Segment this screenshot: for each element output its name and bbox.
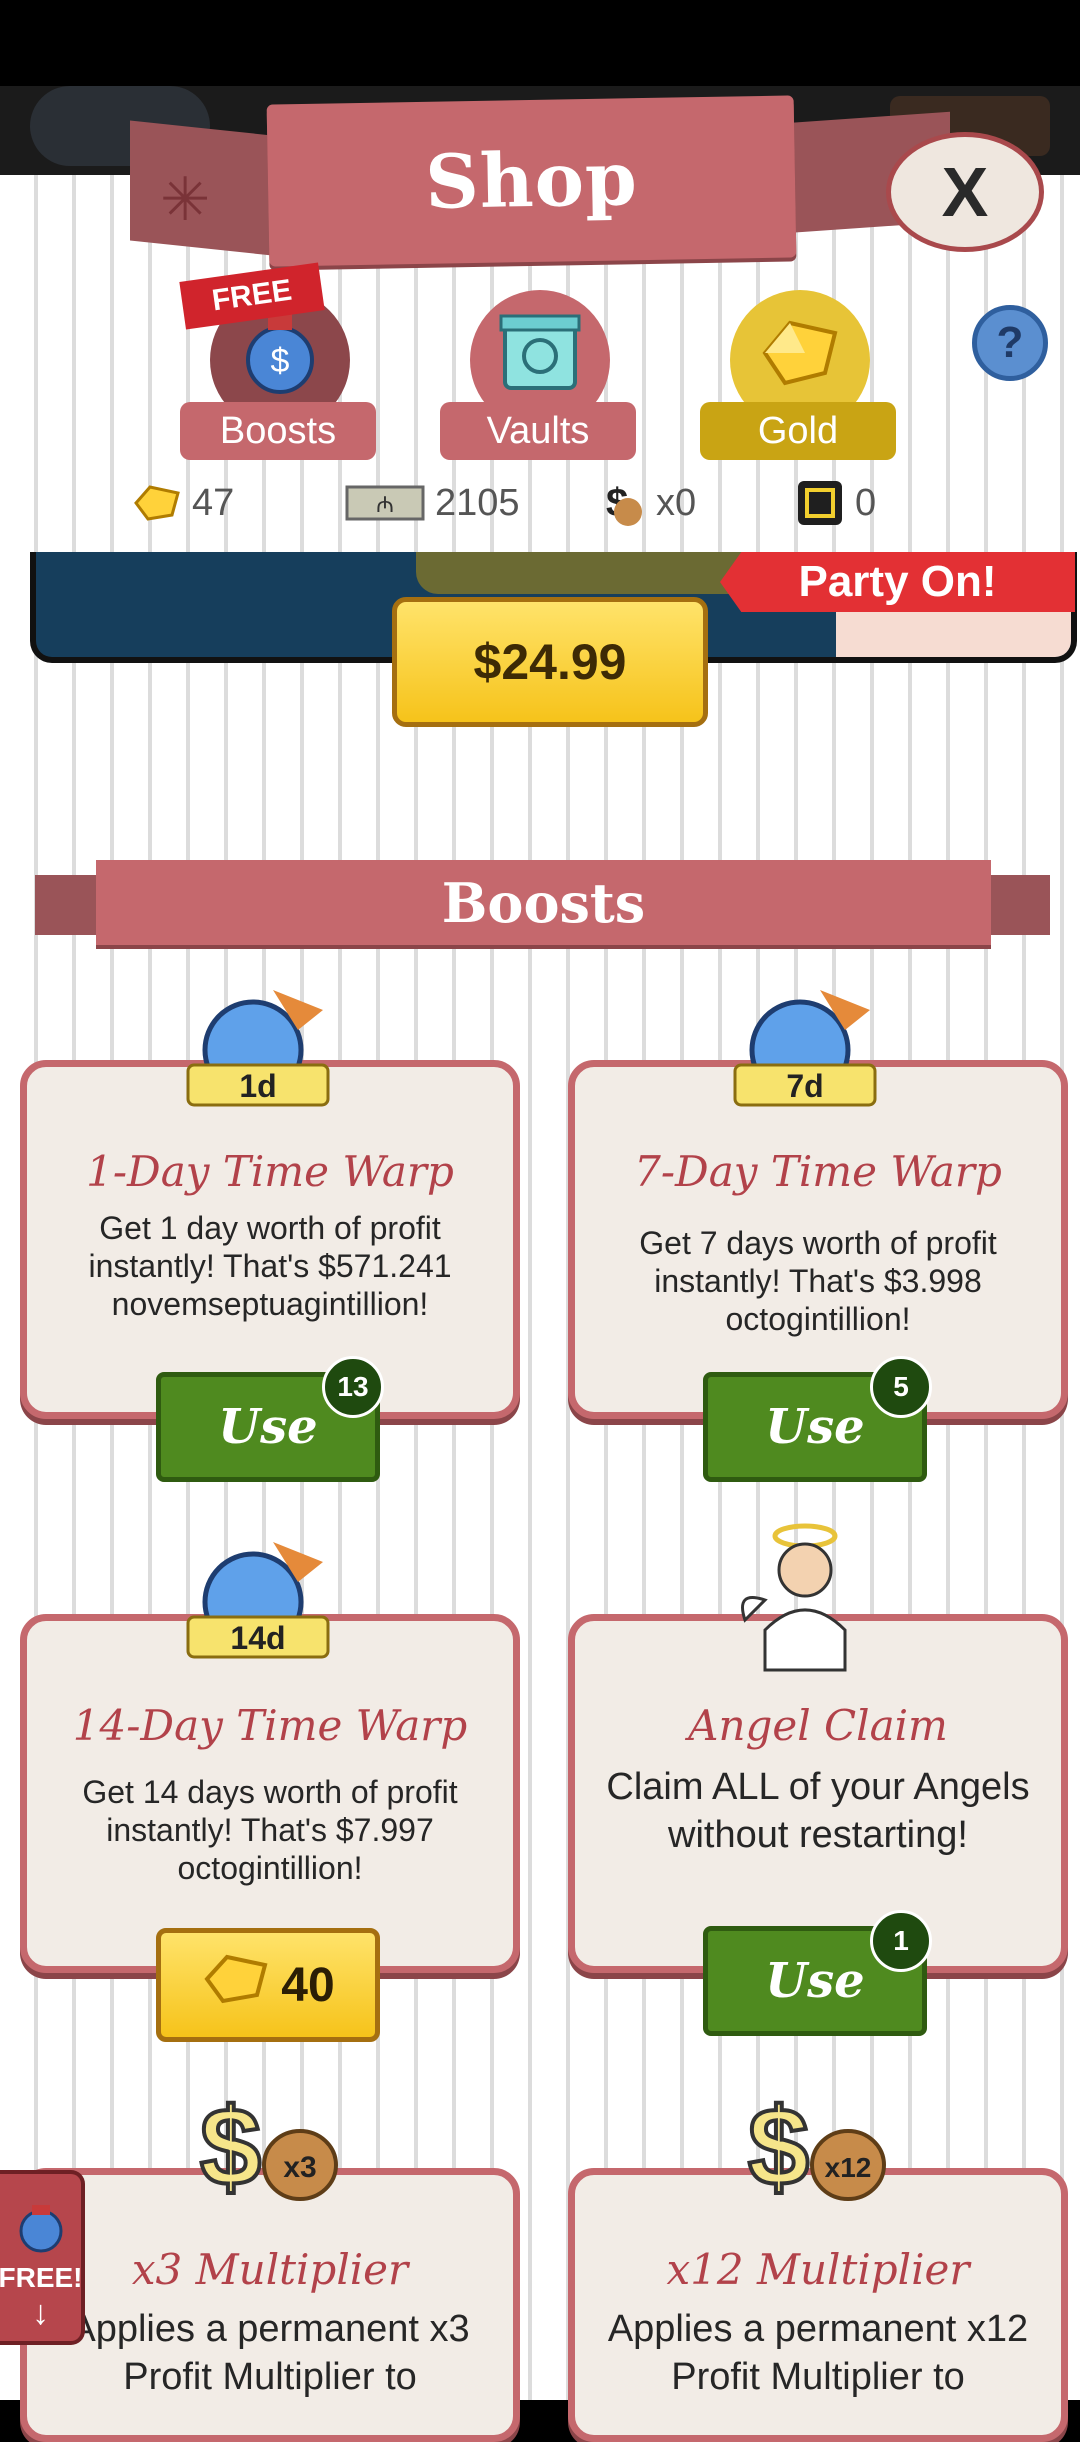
currency-gold: 47 — [132, 475, 234, 531]
stopwatch-icon: 14d — [183, 1522, 343, 1682]
shop-title-banner: Shop — [266, 95, 797, 267]
multiplier-bag-icon: $ x12 — [738, 2084, 898, 2245]
boost-description: Applies a permanent x3 Profit Multiplier… — [70, 2308, 470, 2398]
count-badge: 5 — [870, 1356, 932, 1418]
boost-title: 1-Day Time Warp — [86, 1147, 454, 1196]
svg-text:1d: 1d — [239, 1068, 276, 1104]
boost-description: Get 1 day worth of profit instantly! Tha… — [88, 1210, 452, 1322]
currency-money-bag-value: x0 — [656, 481, 697, 524]
boost-title: 14-Day Time Warp — [72, 1701, 468, 1750]
promo-buy-button[interactable]: $24.99 — [392, 597, 708, 727]
boost-description: Applies a permanent x12 Profit Multiplie… — [607, 2308, 1029, 2398]
tab-vaults[interactable]: Vaults — [440, 290, 640, 460]
gold-gem-icon — [132, 483, 182, 523]
svg-text:x12: x12 — [825, 2152, 872, 2183]
page-title: Shop — [424, 136, 639, 226]
svg-text:$: $ — [271, 342, 290, 380]
count-badge: 13 — [322, 1356, 384, 1418]
svg-text:$: $ — [200, 2086, 261, 2205]
multiplier-bag-icon: $ x3 — [190, 2084, 350, 2245]
ticket-icon — [795, 478, 845, 528]
tab-gold-label: Gold — [700, 402, 896, 460]
boost-title: x12 Multiplier — [666, 2245, 970, 2294]
currency-megabucks: ₼ 2105 — [345, 475, 520, 531]
boost-description: Get 7 days worth of profit instantly! Th… — [639, 1225, 997, 1337]
money-bag-icon: $ — [590, 476, 646, 530]
currency-ticket: 0 — [795, 475, 876, 531]
money-bag-stopwatch-icon: $ — [235, 308, 325, 398]
currency-megabucks-value: 2105 — [435, 481, 520, 524]
buy-with-gold-button[interactable]: 40 — [156, 1928, 380, 2042]
vault-icon — [495, 308, 585, 398]
boost-description: Get 14 days worth of profit instantly! T… — [82, 1774, 458, 1886]
section-title: Boosts — [441, 870, 646, 935]
svg-text:14d: 14d — [230, 1620, 285, 1656]
money-bag-icon — [14, 2201, 68, 2262]
megabucks-icon: ₼ — [345, 483, 425, 523]
tab-gold[interactable]: Gold — [700, 290, 900, 460]
tab-vaults-label: Vaults — [440, 402, 636, 460]
count-badge: 1 — [870, 1910, 932, 1972]
stopwatch-icon: 7d — [730, 970, 890, 1130]
boost-title: x3 Multiplier — [131, 2245, 409, 2294]
close-button[interactable]: X — [886, 132, 1044, 252]
svg-text:₼: ₼ — [376, 492, 394, 517]
currency-money-bag: $ x0 — [590, 475, 696, 531]
section-header: Boosts — [96, 860, 991, 945]
help-icon: ? — [996, 318, 1024, 367]
free-label: FREE! — [0, 2262, 83, 2293]
svg-text:7d: 7d — [786, 1068, 823, 1104]
promo-banner: Party On! — [720, 552, 1075, 612]
angel-icon — [735, 1520, 895, 1680]
svg-text:x3: x3 — [283, 2151, 316, 2184]
boost-description: Claim ALL of your Angels without restart… — [606, 1766, 1030, 1856]
free-offer-side-button[interactable]: FREE! ↓ — [0, 2170, 85, 2345]
boost-title: 7-Day Time Warp — [634, 1147, 1002, 1196]
gold-gem-icon — [755, 308, 845, 398]
close-icon: X — [941, 153, 989, 231]
arrow-down-icon: ↓ — [32, 2294, 49, 2332]
gold-gem-icon — [201, 1951, 271, 2019]
tab-boosts-label: Boosts — [180, 402, 376, 460]
boost-title: Angel Claim — [688, 1701, 948, 1750]
svg-text:$: $ — [748, 2086, 809, 2205]
currency-gold-value: 47 — [192, 481, 235, 524]
starburst-icon: ✳ — [160, 166, 211, 233]
gold-price: 40 — [281, 1958, 335, 2012]
currency-ticket-value: 0 — [855, 481, 877, 524]
help-button[interactable]: ? — [972, 305, 1048, 381]
stopwatch-icon: 1d — [183, 970, 343, 1130]
